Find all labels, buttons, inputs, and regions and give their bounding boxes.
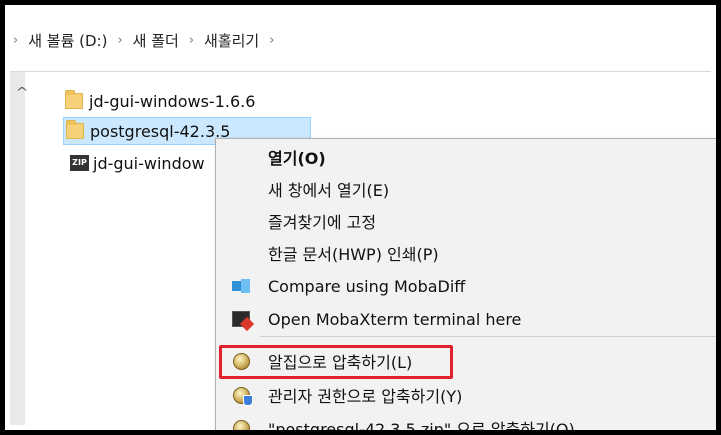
menu-item-label: "postgresql-42.3.5.zip" 으로 압축하기(Q) xyxy=(268,420,575,435)
file-name: postgresql-42.3.5 xyxy=(90,121,231,141)
menu-item-pin-quick-access[interactable]: 즐겨찾기에 고정 xyxy=(216,205,716,237)
menu-item-label: Open MobaXterm terminal here xyxy=(268,309,522,329)
menu-item-mobaxterm[interactable]: Open MobaXterm terminal here xyxy=(216,303,716,337)
breadcrumb-item-drive[interactable]: 새 볼륨 (D:) xyxy=(28,30,107,51)
navigation-pane-edge[interactable] xyxy=(10,72,25,425)
menu-item-open[interactable]: 열기(O) xyxy=(216,141,716,173)
menu-item-label: 즐겨찾기에 고정 xyxy=(268,213,377,232)
breadcrumb-item-current[interactable]: 새홀리기 xyxy=(204,30,259,51)
breadcrumb-separator[interactable]: › xyxy=(189,33,194,48)
menu-item-label: 열기(O) xyxy=(268,149,326,168)
menu-item-open-new-window[interactable]: 새 창에서 열기(E) xyxy=(216,173,716,205)
breadcrumb: › 새 볼륨 (D:) › 새 폴더 › 새홀리기 › xyxy=(10,10,711,72)
menu-item-alzip-compress-named[interactable]: "postgresql-42.3.5.zip" 으로 압축하기(Q) xyxy=(216,412,716,435)
menu-item-label: 관리자 권한으로 압축하기(Y) xyxy=(268,387,463,406)
menu-item-mobadiff[interactable]: Compare using MobaDiff xyxy=(216,270,716,302)
context-menu: 열기(O) 새 창에서 열기(E) 즐겨찾기에 고정 한글 문서(HWP) 인쇄… xyxy=(215,138,716,435)
collapse-up-icon[interactable]: ^ xyxy=(15,85,28,99)
alzip-admin-icon xyxy=(232,386,253,406)
mobaxterm-icon xyxy=(232,310,250,328)
mobadiff-icon xyxy=(232,277,250,295)
breadcrumb-separator: › xyxy=(13,33,19,48)
menu-item-alzip-admin-compress[interactable]: 관리자 권한으로 압축하기(Y) xyxy=(216,379,716,411)
alzip-icon xyxy=(232,419,250,430)
list-item[interactable]: jd-gui-windows-1.6.6 xyxy=(65,87,265,115)
explorer-window: › 새 볼륨 (D:) › 새 폴더 › 새홀리기 › ^ jd-gui-win… xyxy=(0,0,721,435)
zip-icon: ZIP xyxy=(70,155,89,171)
menu-item-label: Compare using MobaDiff xyxy=(268,276,466,296)
breadcrumb-item-new-folder[interactable]: 새 폴더 xyxy=(133,30,179,51)
folder-icon xyxy=(65,90,83,109)
highlight-box xyxy=(219,345,453,379)
menu-item-label: 새 창에서 열기(E) xyxy=(268,181,390,200)
menu-item-hwp-print[interactable]: 한글 문서(HWP) 인쇄(P) xyxy=(216,237,716,269)
breadcrumb-separator[interactable]: › xyxy=(269,33,274,48)
file-name: jd-gui-window xyxy=(93,153,205,173)
file-name: jd-gui-windows-1.6.6 xyxy=(89,91,256,111)
breadcrumb-separator[interactable]: › xyxy=(117,33,122,48)
list-item[interactable]: ZIP jd-gui-window xyxy=(70,149,215,177)
folder-icon xyxy=(66,120,84,139)
menu-item-label: 한글 문서(HWP) 인쇄(P) xyxy=(268,245,439,264)
